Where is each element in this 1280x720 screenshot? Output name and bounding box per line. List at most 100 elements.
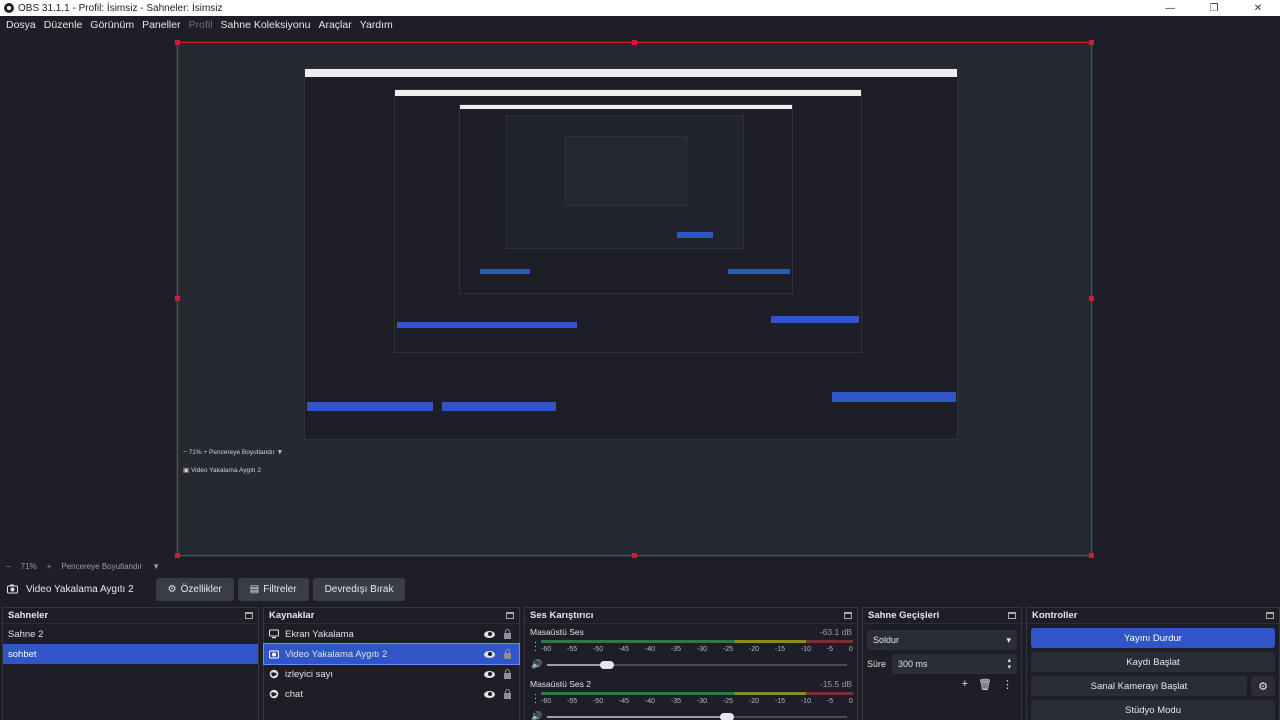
spin-arrows-icon[interactable]: ▴ ▾ [1007,657,1011,671]
undock-icon[interactable] [1266,612,1274,619]
visibility-eye-icon[interactable] [484,690,495,698]
scene-item[interactable]: Sahne 2 [3,624,258,644]
scene-item-active[interactable]: sohbet [3,644,258,664]
undock-icon[interactable] [245,612,253,619]
undock-icon[interactable] [506,612,514,619]
filters-button[interactable]: ▤ Filtreler [237,577,309,601]
deactivate-button[interactable]: Devredışı Bırak [312,577,406,601]
source-item[interactable]: Ekran Yakalama [264,624,519,644]
duration-label: Süre [867,659,887,669]
maximize-button[interactable]: ❐ [1192,0,1236,16]
trash-icon[interactable]: 🗑 [978,678,992,691]
minimize-button[interactable]: — [1148,0,1192,16]
lock-icon[interactable] [504,668,511,679]
resize-handle-ml[interactable] [175,296,180,301]
resize-handle-tl[interactable] [175,40,180,45]
visibility-eye-icon[interactable] [484,670,495,678]
menu-edit[interactable]: Düzenle [40,19,87,31]
selected-source-label: Video Yakalama Aygıtı 2 [7,584,152,595]
globe-icon [269,689,279,699]
close-button[interactable]: ✕ [1236,0,1280,16]
sources-title: Kaynaklar [269,610,315,621]
preview-canvas[interactable]: − 71% + Pencereye Boyutlandır ▼ ▣ Video … [176,41,1093,557]
tick-label: -35 [670,698,682,705]
zoom-out-button[interactable]: − [6,562,11,571]
resize-handle-mr[interactable] [1089,296,1094,301]
tick-label: -40 [644,698,656,705]
tick-label: -25 [722,646,734,653]
volume-slider[interactable] [547,713,847,720]
virtual-camera-row: Sanal Kamerayı Başlat ⚙ [1031,676,1275,696]
stop-stream-button[interactable]: Yayını Durdur [1031,628,1275,648]
mixer-channel: Masaüstü Ses -63.1 dB · · · -60 -55 -50 -4… [525,624,857,676]
more-options-icon[interactable]: ⋮ [1002,678,1013,691]
speaker-icon[interactable]: 🔊 [531,711,542,720]
visibility-eye-icon[interactable] [484,650,495,658]
nested-zoom-label: − 71% + Pencereye Boyutlandır ▼ [183,449,284,456]
nested-capture-2 [394,89,862,353]
source-item-active[interactable]: Video Yakalama Aygıtı 2 [263,643,520,665]
scale-mode-label[interactable]: Pencereye Boyutlandır [61,562,142,571]
volume-meter [541,640,853,643]
tick-label: -30 [696,646,708,653]
menu-scene-collection[interactable]: Sahne Koleksiyonu [217,19,315,31]
tick-label: -10 [800,646,811,653]
tick-label: -50 [592,698,604,705]
source-label: Ekran Yakalama [285,628,354,640]
menu-profile: Profil [188,19,213,31]
controls-title: Kontroller [1032,610,1078,621]
undock-icon[interactable] [1008,612,1016,619]
more-options-icon[interactable]: · · · [534,638,537,655]
undock-icon[interactable] [844,612,852,619]
tick-label: -15 [774,698,785,705]
resize-handle-bl[interactable] [175,553,180,558]
volume-slider[interactable] [547,661,847,669]
zoom-bar: − 71% + Pencereye Boyutlandır ▼ [0,559,1280,573]
source-item[interactable]: izleyici sayı [264,664,519,684]
menu-file[interactable]: Dosya [2,19,40,31]
resize-handle-tc[interactable] [632,40,637,45]
menu-tools[interactable]: Araçlar [314,19,355,31]
chevron-down-icon[interactable]: ▼ [152,562,160,571]
tick-label: -30 [696,698,708,705]
channel-name: Masaüstü Ses [530,627,584,637]
source-label: chat [285,688,303,700]
more-options-icon[interactable]: · · · [534,690,537,707]
plus-icon[interactable]: + [962,678,968,691]
duration-spinbox[interactable]: 300 ms ▴ ▾ [892,654,1017,674]
menu-help[interactable]: Yardım [356,19,397,31]
resize-handle-tr[interactable] [1089,40,1094,45]
gear-icon[interactable]: ⚙ [1251,676,1275,696]
zoom-in-button[interactable]: + [47,562,52,571]
resize-handle-br[interactable] [1089,553,1094,558]
camera-icon [269,650,279,659]
tick-label: -25 [722,698,734,705]
transition-select[interactable]: Soldur ▾ [867,630,1017,650]
volume-knob[interactable] [720,713,734,720]
speaker-icon[interactable]: 🔊 [531,659,542,670]
transition-tools: + 🗑 ⋮ [962,678,1013,691]
source-item[interactable]: chat [264,684,519,704]
volume-knob[interactable] [600,661,614,669]
studio-mode-button[interactable]: Stüdyo Modu [1031,700,1275,720]
lock-icon[interactable] [504,688,511,699]
tick-label: -35 [670,646,682,653]
properties-button[interactable]: ⚙ Özellikler [155,577,234,601]
nested-capture-1 [304,68,958,440]
resize-handle-bc[interactable] [632,553,637,558]
sources-dock: Kaynaklar Ekran Yakalama Video Yakalama … [263,607,520,720]
lock-icon[interactable] [504,648,511,659]
tick-label: -45 [618,698,630,705]
tick-label: -20 [748,698,759,705]
visibility-eye-icon[interactable] [484,630,495,638]
menu-view[interactable]: Görünüm [86,19,138,31]
start-virtual-camera-button[interactable]: Sanal Kamerayı Başlat [1031,676,1247,696]
preview-area[interactable]: − 71% + Pencereye Boyutlandır ▼ ▣ Video … [0,34,1280,559]
source-label: Video Yakalama Aygıtı 2 [285,648,388,660]
lock-icon[interactable] [504,628,511,639]
start-recording-button[interactable]: Kaydı Başlat [1031,652,1275,672]
mixer-title: Ses Karıştırıcı [530,610,594,621]
tick-label: -55 [566,698,578,705]
channel-name: Masaüstü Ses 2 [530,679,591,689]
menu-docks[interactable]: Paneller [138,19,185,31]
